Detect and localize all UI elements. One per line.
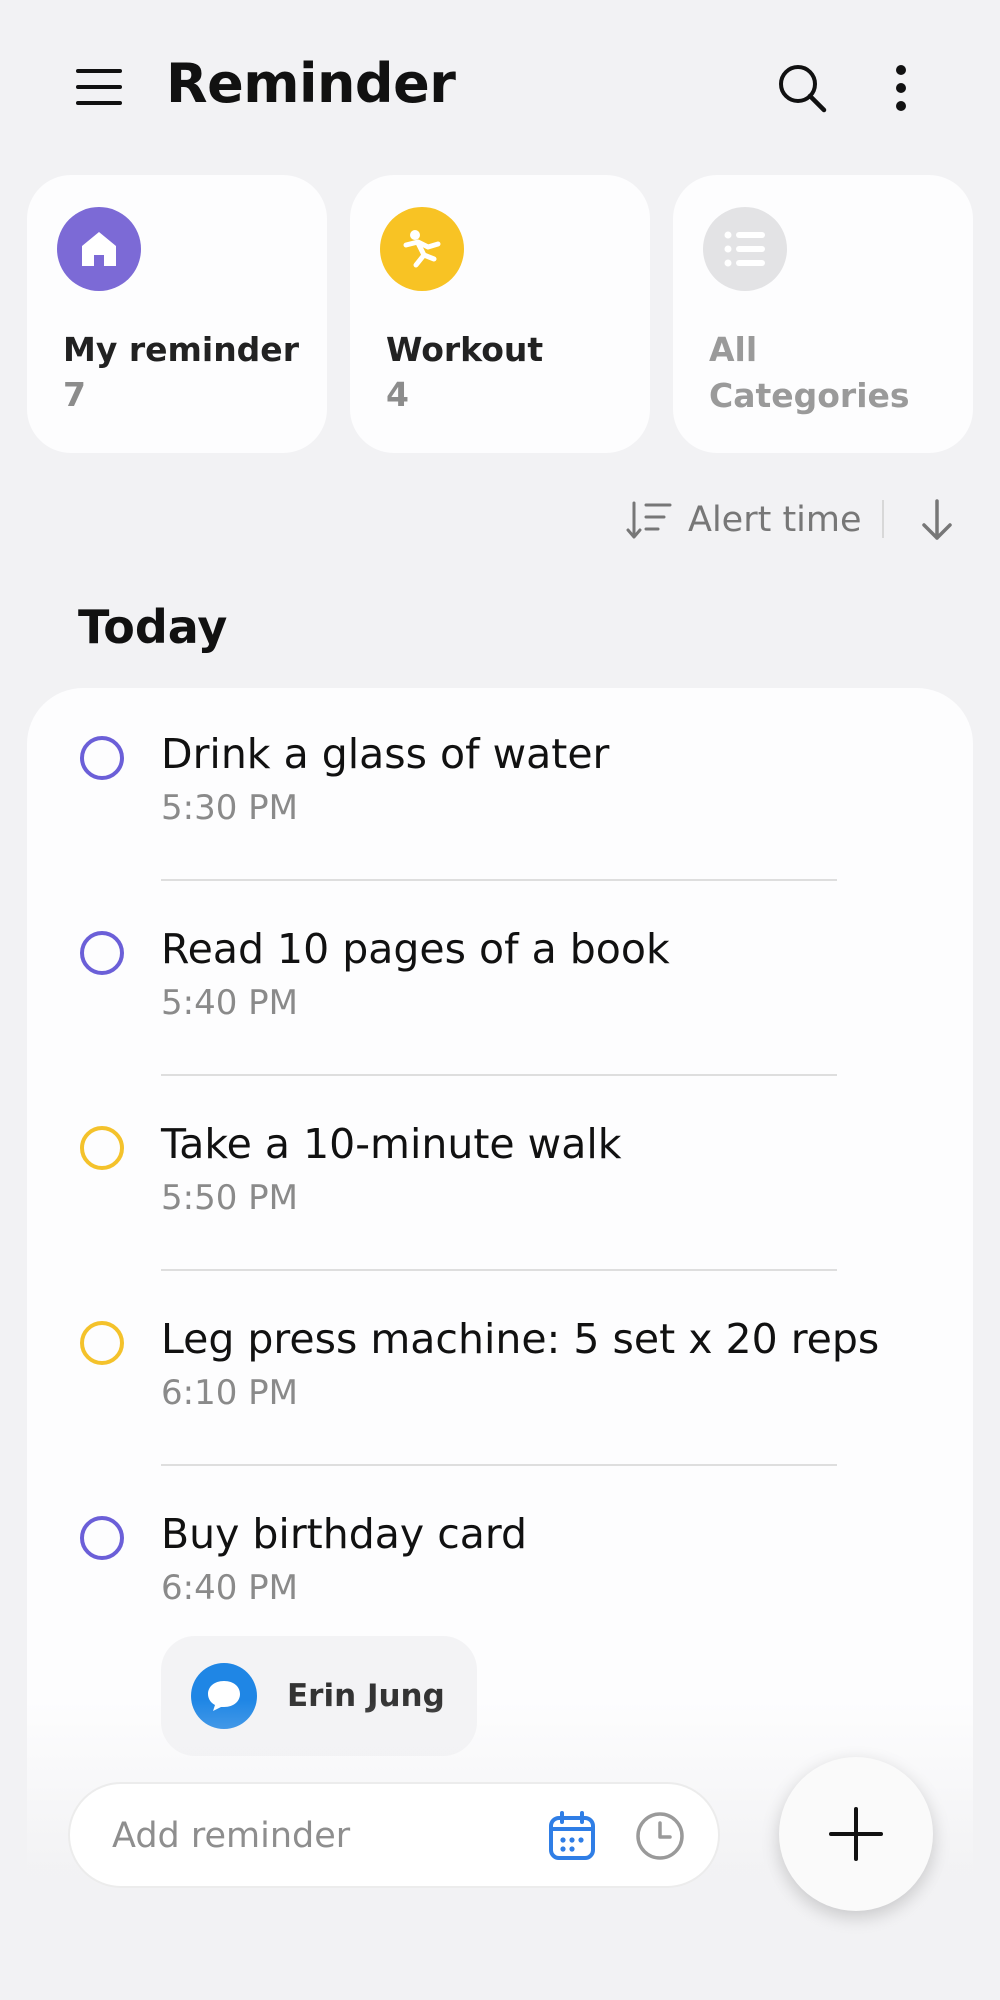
add-reminder-input[interactable]	[110, 1804, 554, 1868]
category-icon-badge	[703, 207, 787, 291]
section-title-today: Today	[78, 600, 228, 654]
clock-icon	[636, 1812, 684, 1860]
reminder-title: Take a 10-minute walk	[161, 1120, 622, 1168]
sort-by-button[interactable]: Alert time	[626, 490, 862, 550]
home-icon	[82, 232, 116, 266]
message-icon	[208, 1681, 240, 1711]
reminder-item[interactable]: Take a 10-minute walk 5:50 PM	[27, 1078, 973, 1273]
divider	[161, 1074, 837, 1076]
complete-checkbox[interactable]	[80, 1126, 124, 1170]
reminder-item[interactable]: Leg press machine: 5 set x 20 reps 6:10 …	[27, 1273, 973, 1468]
category-name: All Categories	[709, 330, 910, 415]
category-card-all-categories[interactable]: All Categories	[673, 175, 973, 453]
sort-icon	[626, 501, 672, 539]
complete-checkbox[interactable]	[80, 736, 124, 780]
message-icon-badge	[191, 1663, 257, 1729]
plus-icon	[829, 1807, 883, 1861]
menu-button[interactable]	[70, 58, 128, 116]
sort-direction-button[interactable]	[912, 490, 962, 550]
reminder-time: 6:10 PM	[161, 1373, 298, 1413]
reminder-title: Leg press machine: 5 set x 20 reps	[161, 1315, 880, 1363]
reminder-title: Read 10 pages of a book	[161, 925, 670, 973]
set-date-button[interactable]	[544, 1808, 600, 1864]
category-name: My reminder	[63, 330, 299, 369]
contact-name: Erin Jung	[287, 1678, 445, 1714]
sort-label: Alert time	[688, 500, 862, 540]
reminder-title: Buy birthday card	[161, 1510, 528, 1558]
complete-checkbox[interactable]	[80, 1516, 124, 1560]
reminder-time: 5:40 PM	[161, 983, 298, 1023]
reminder-item[interactable]: Read 10 pages of a book 5:40 PM	[27, 883, 973, 1078]
set-time-button[interactable]	[632, 1808, 688, 1864]
category-icon-badge	[57, 207, 141, 291]
sort-divider	[882, 500, 884, 538]
search-icon	[779, 65, 827, 113]
category-name: Workout	[386, 330, 544, 369]
workout-icon	[403, 230, 441, 268]
search-button[interactable]	[772, 58, 832, 118]
category-count: 7	[63, 375, 86, 414]
contact-chip[interactable]: Erin Jung	[161, 1636, 477, 1756]
complete-checkbox[interactable]	[80, 931, 124, 975]
calendar-icon	[549, 1811, 595, 1860]
category-icon-badge	[380, 207, 464, 291]
app-bar: Reminder	[0, 0, 1000, 170]
more-options-button[interactable]	[876, 58, 926, 118]
reminder-title: Drink a glass of water	[161, 730, 610, 778]
category-card-workout[interactable]: Workout 4	[350, 175, 650, 453]
reminder-item[interactable]: Buy birthday card 6:40 PM	[27, 1468, 973, 1663]
reminder-item[interactable]: Drink a glass of water 5:30 PM	[27, 688, 973, 883]
divider	[161, 1464, 837, 1466]
add-reminder-fab[interactable]	[779, 1757, 933, 1911]
divider	[161, 879, 837, 881]
list-icon	[724, 231, 765, 267]
arrow-down-icon	[922, 499, 952, 540]
more-vertical-icon	[896, 65, 906, 111]
complete-checkbox[interactable]	[80, 1321, 124, 1365]
reminder-time: 6:40 PM	[161, 1568, 298, 1608]
reminder-time: 5:50 PM	[161, 1178, 298, 1218]
page-title: Reminder	[166, 52, 456, 115]
divider	[161, 1269, 837, 1271]
reminder-time: 5:30 PM	[161, 788, 298, 828]
category-card-my-reminder[interactable]: My reminder 7	[27, 175, 327, 453]
add-reminder-bar	[68, 1782, 720, 1888]
hamburger-menu-icon	[76, 69, 122, 105]
category-count: 4	[386, 375, 409, 414]
